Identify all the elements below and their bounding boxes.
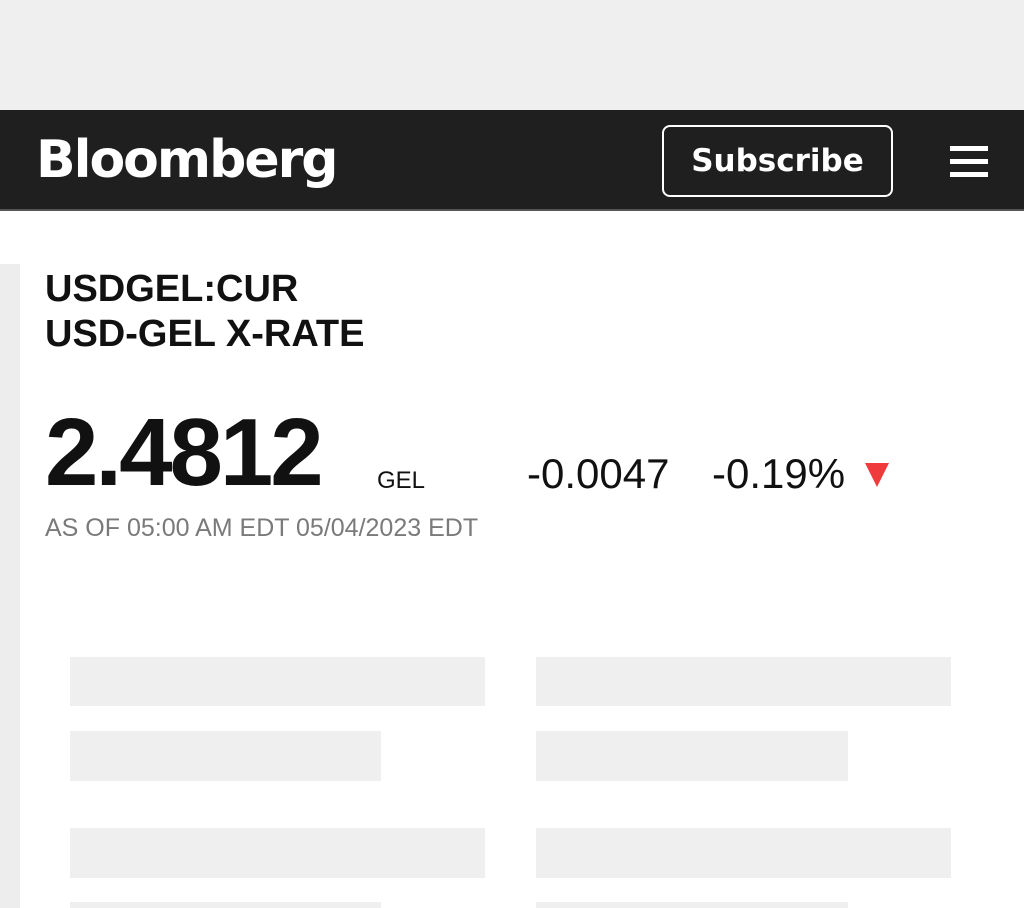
hamburger-menu-icon[interactable] <box>950 146 988 178</box>
loading-placeholder <box>70 657 485 706</box>
top-spacer <box>0 0 1024 110</box>
quote-timestamp: AS OF 05:00 AM EDT 05/04/2023 EDT <box>45 514 479 542</box>
price-value: 2.4812 <box>45 399 324 506</box>
subscribe-button[interactable]: Subscribe <box>662 125 893 197</box>
bloomberg-logo[interactable]: Bloomberg <box>36 120 338 200</box>
loading-placeholder <box>536 828 951 878</box>
down-triangle-icon <box>865 463 889 487</box>
loading-placeholder <box>536 731 848 781</box>
price-change: -0.0047 <box>527 450 670 497</box>
menu-bar <box>950 159 988 164</box>
menu-bar <box>950 146 988 151</box>
loading-placeholder <box>70 828 485 878</box>
left-rail <box>0 264 20 908</box>
menu-bar <box>950 172 988 177</box>
navbar: Bloomberg Subscribe <box>0 110 1024 211</box>
loading-placeholder <box>536 657 951 706</box>
loading-placeholder <box>70 902 381 908</box>
ticker-symbol: USDGEL:CUR <box>45 268 299 310</box>
instrument-name: USD-GEL X-RATE <box>45 313 365 355</box>
loading-placeholder <box>70 731 381 781</box>
loading-placeholder <box>536 902 848 908</box>
price-change-percent: -0.19% <box>712 450 846 497</box>
price-currency: GEL <box>377 467 426 494</box>
